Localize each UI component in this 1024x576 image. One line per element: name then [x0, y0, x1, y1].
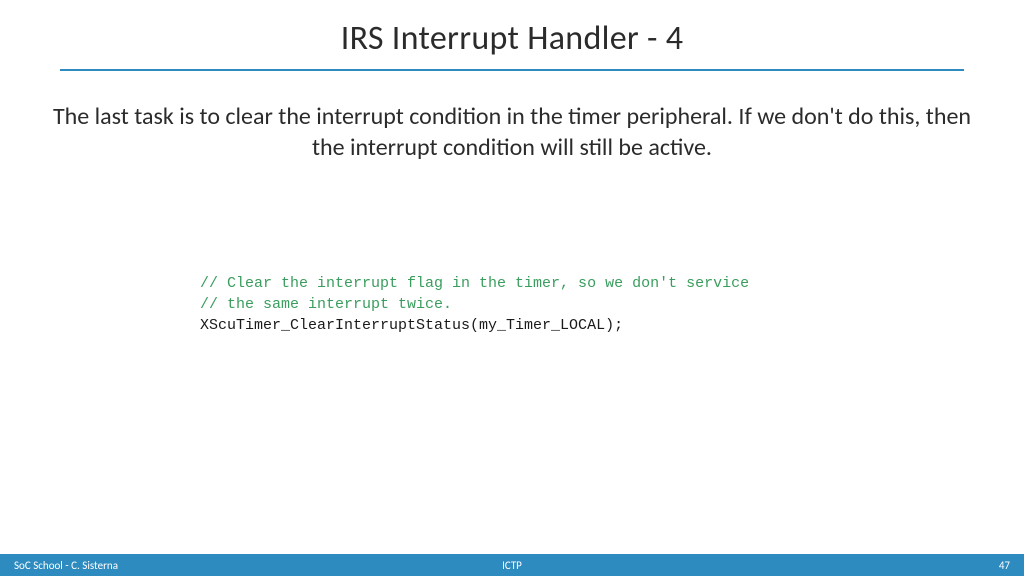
footer-center: ICTP — [0, 559, 1024, 572]
footer-bar: SoC School - C. Sisterna ICTP 47 — [0, 554, 1024, 576]
slide-body: The last task is to clear the interrupt … — [40, 101, 984, 163]
title-rule — [60, 69, 964, 71]
code-block: // Clear the interrupt flag in the timer… — [200, 273, 1024, 336]
page-number: 47 — [999, 559, 1010, 572]
code-comment-line: // Clear the interrupt flag in the timer… — [200, 273, 1024, 294]
footer-left: SoC School - C. Sisterna — [14, 559, 118, 572]
code-statement: XScuTimer_ClearInterruptStatus(my_Timer_… — [200, 315, 1024, 336]
slide-title: IRS Interrupt Handler - 4 — [0, 0, 1024, 59]
slide: IRS Interrupt Handler - 4 The last task … — [0, 0, 1024, 576]
code-comment-line: // the same interrupt twice. — [200, 294, 1024, 315]
